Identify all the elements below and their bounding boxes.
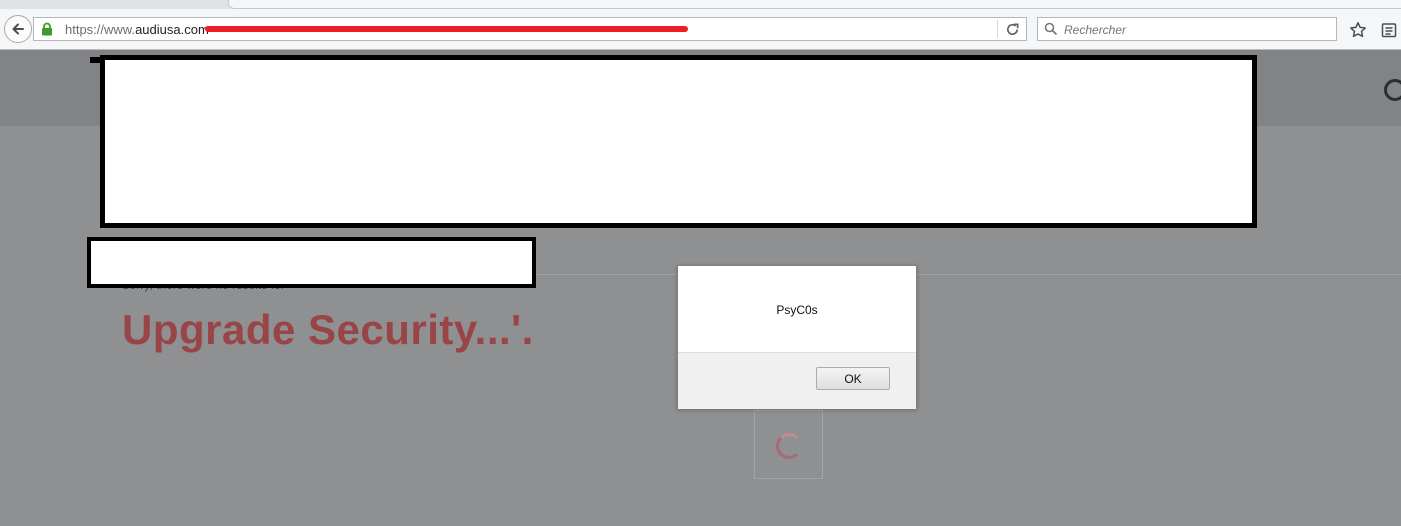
- url-prefix: https://www.: [65, 22, 136, 37]
- redaction-box-large: [100, 55, 1257, 228]
- redaction-mark: [90, 57, 100, 63]
- lock-icon: [42, 22, 52, 36]
- header-search-icon[interactable]: [1384, 79, 1401, 101]
- back-button[interactable]: [4, 15, 32, 43]
- search-bar[interactable]: [1037, 17, 1337, 41]
- search-query-heading: Upgrade Security...'.: [122, 306, 534, 353]
- alert-footer: OK: [678, 352, 916, 409]
- alert-dialog: PsyC0s OK: [677, 265, 917, 409]
- url-redaction: [205, 26, 688, 32]
- bookmarks-menu-icon[interactable]: [1380, 21, 1398, 39]
- bookmark-star-icon[interactable]: [1349, 21, 1367, 39]
- ok-button[interactable]: OK: [816, 367, 890, 390]
- redaction-box-small: [87, 237, 536, 288]
- navigation-toolbar: https://www.audiusa.com: [0, 9, 1401, 50]
- address-bar[interactable]: https://www.audiusa.com: [33, 17, 1027, 41]
- url-separator: [997, 20, 998, 38]
- search-input[interactable]: [1062, 20, 1326, 40]
- url-text: https://www.audiusa.com: [65, 22, 209, 37]
- loading-spinner-icon: [776, 433, 802, 459]
- url-host: audiusa.com: [135, 22, 209, 37]
- reload-icon[interactable]: [1005, 22, 1020, 37]
- loading-box: [754, 410, 823, 479]
- alert-message: PsyC0s: [776, 303, 818, 317]
- back-arrow-icon: [12, 23, 24, 35]
- active-tab[interactable]: [228, 0, 1401, 9]
- search-icon: [1044, 22, 1058, 36]
